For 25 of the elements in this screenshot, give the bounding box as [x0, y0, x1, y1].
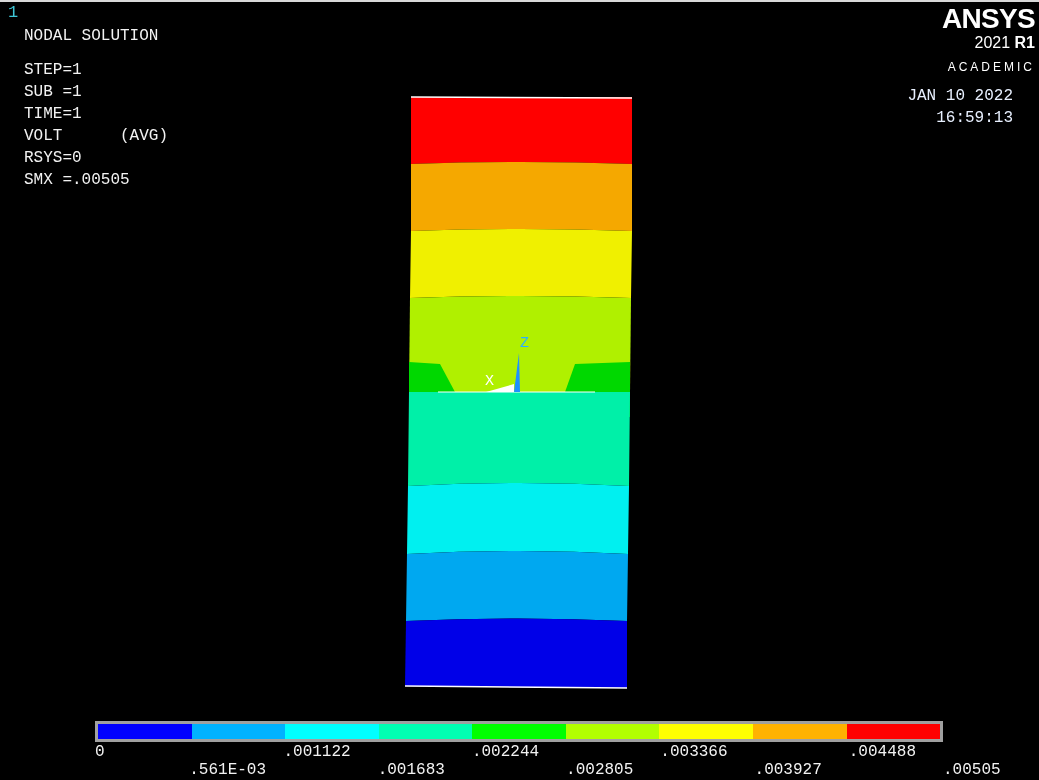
info-line: VOLT (AVG) [24, 126, 169, 147]
plot-title: NODAL SOLUTION [24, 26, 159, 46]
logo-version: 2021 R1 [974, 34, 1035, 52]
info-line: TIME=1 [24, 104, 83, 125]
legend-value: .00505 [943, 761, 1001, 779]
legend-value: .003366 [660, 743, 728, 761]
window-number: 1 [8, 3, 19, 23]
info-line: RSYS=0 [24, 148, 83, 169]
axis-label: X [485, 373, 494, 390]
legend-value: .003927 [754, 761, 822, 779]
legend-value: .561E-03 [189, 761, 267, 779]
legend-value: .002244 [471, 743, 540, 761]
legend-value: .002805 [566, 761, 634, 779]
axis-label: Z [520, 335, 529, 352]
legend-value: .001122 [283, 743, 351, 761]
info-line: STEP=1 [24, 60, 83, 81]
legend-value: .001683 [377, 761, 445, 779]
logo-edition: ACADEMIC [947, 60, 1035, 74]
info-line: SUB =1 [24, 82, 83, 103]
logo-brand: ANSYS [942, 4, 1035, 34]
info-line: SMX =.00505 [24, 170, 131, 191]
plot-date: JAN 10 2022 [907, 86, 1013, 106]
legend-value: .004488 [848, 743, 916, 761]
legend-value: 0 [95, 743, 105, 761]
plot-time: 16:59:13 [936, 108, 1013, 128]
